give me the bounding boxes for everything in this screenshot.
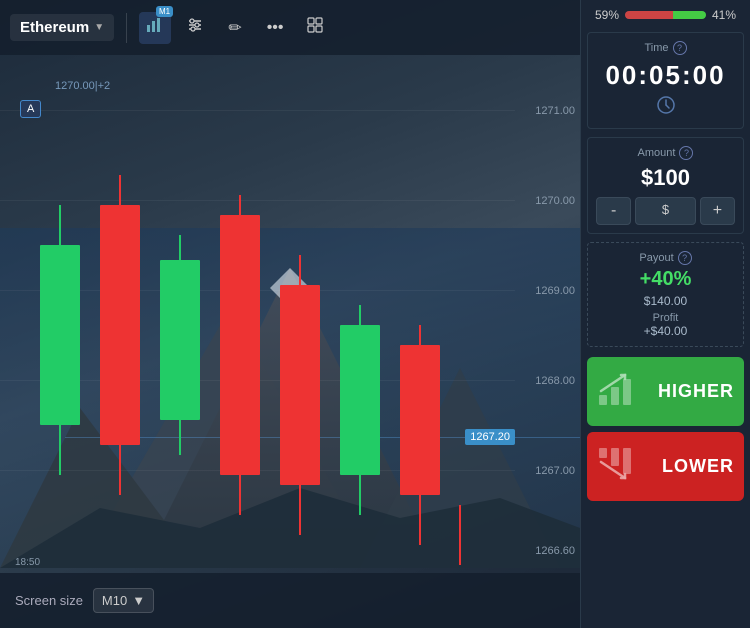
progress-fill-red (625, 11, 673, 19)
screen-size-value: M10 (102, 593, 127, 608)
pencil-icon: ✏ (228, 18, 241, 38)
lower-icon (597, 446, 633, 487)
y-label-5: 1267.00 (535, 465, 575, 477)
y-label-6: 1266.60 (535, 545, 575, 557)
asset-selector[interactable]: Ethereum ▼ (10, 14, 114, 41)
payout-section: Payout ? +40% $140.00 Profit +$40.00 (587, 242, 744, 347)
payout-pct: +40% (596, 268, 735, 291)
asset-dropdown-arrow: ▼ (94, 22, 104, 33)
settings-icon (186, 16, 204, 39)
candlestick-chart (15, 55, 515, 575)
higher-button[interactable]: HIGHER (587, 357, 744, 426)
progress-left-pct: 59% (591, 8, 619, 22)
chart-area: Ethereum ▼ M1 (0, 0, 580, 628)
amount-info-icon[interactable]: ? (679, 146, 693, 160)
settings-button[interactable] (179, 12, 211, 44)
progress-right-pct: 41% (712, 8, 740, 22)
clock-icon[interactable] (596, 95, 735, 120)
y-label-2: 1270.00 (535, 195, 575, 207)
payout-info-icon[interactable]: ? (678, 251, 692, 265)
toolbar-sep-1 (126, 13, 127, 43)
right-panel: 59% 41% Time ? 00:05:00 Amount ? $100 (580, 0, 750, 628)
grid-icon (306, 16, 324, 39)
top-bar: Ethereum ▼ M1 (0, 0, 580, 55)
amount-section: Amount ? $100 - $ + (587, 137, 744, 234)
payout-profit-value: +$40.00 (596, 324, 735, 338)
amount-plus-button[interactable]: + (700, 197, 735, 225)
higher-label: HIGHER (658, 381, 734, 402)
screen-size-arrow: ▼ (132, 593, 145, 608)
amount-label: Amount (638, 147, 676, 159)
lower-label: LOWER (662, 456, 734, 477)
amount-display: $100 (596, 165, 735, 191)
progress-fill-green (673, 11, 706, 19)
time-info-icon[interactable]: ? (673, 41, 687, 55)
chart-time-left: 18:50 (15, 557, 40, 568)
more-icon: ••• (267, 19, 284, 37)
progress-bar-container: 59% 41% (581, 0, 750, 28)
asset-name: Ethereum (20, 19, 89, 36)
chart-icon (146, 16, 164, 39)
y-label-3: 1269.00 (535, 285, 575, 297)
amount-minus-button[interactable]: - (596, 197, 631, 225)
payout-profit-label: Profit (596, 312, 735, 324)
payout-label-row: Payout ? (596, 251, 735, 265)
chart-annotation-a: A (20, 100, 41, 118)
time-label: Time (644, 42, 668, 54)
more-button[interactable]: ••• (259, 12, 291, 44)
y-label-4: 1268.00 (535, 375, 575, 387)
y-label-1: 1271.00 (535, 105, 575, 117)
amount-currency-button[interactable]: $ (635, 197, 696, 225)
grid-button[interactable] (299, 12, 331, 44)
timeframe-badge: M1 (156, 6, 173, 17)
time-section: Time ? 00:05:00 (587, 32, 744, 129)
bottom-bar: Screen size M10 ▼ (0, 573, 580, 628)
amount-label-row: Amount ? (596, 146, 735, 160)
chart-data-label: 1270.00|+2 (55, 80, 110, 92)
y-axis: 1271.00 1270.00 1269.00 1268.00 1267.00 … (515, 55, 580, 568)
lower-button[interactable]: LOWER (587, 432, 744, 501)
screen-size-label: Screen size (15, 593, 83, 608)
time-display: 00:05:00 (596, 60, 735, 91)
payout-label: Payout (639, 252, 673, 264)
screen-size-select[interactable]: M10 ▼ (93, 588, 154, 613)
time-label-row: Time ? (596, 41, 735, 55)
progress-track (625, 11, 706, 19)
higher-icon (597, 371, 633, 412)
chart-type-button[interactable]: M1 (139, 12, 171, 44)
amount-controls: - $ + (596, 197, 735, 225)
draw-button[interactable]: ✏ (219, 12, 251, 44)
payout-amount: $140.00 (596, 294, 735, 308)
